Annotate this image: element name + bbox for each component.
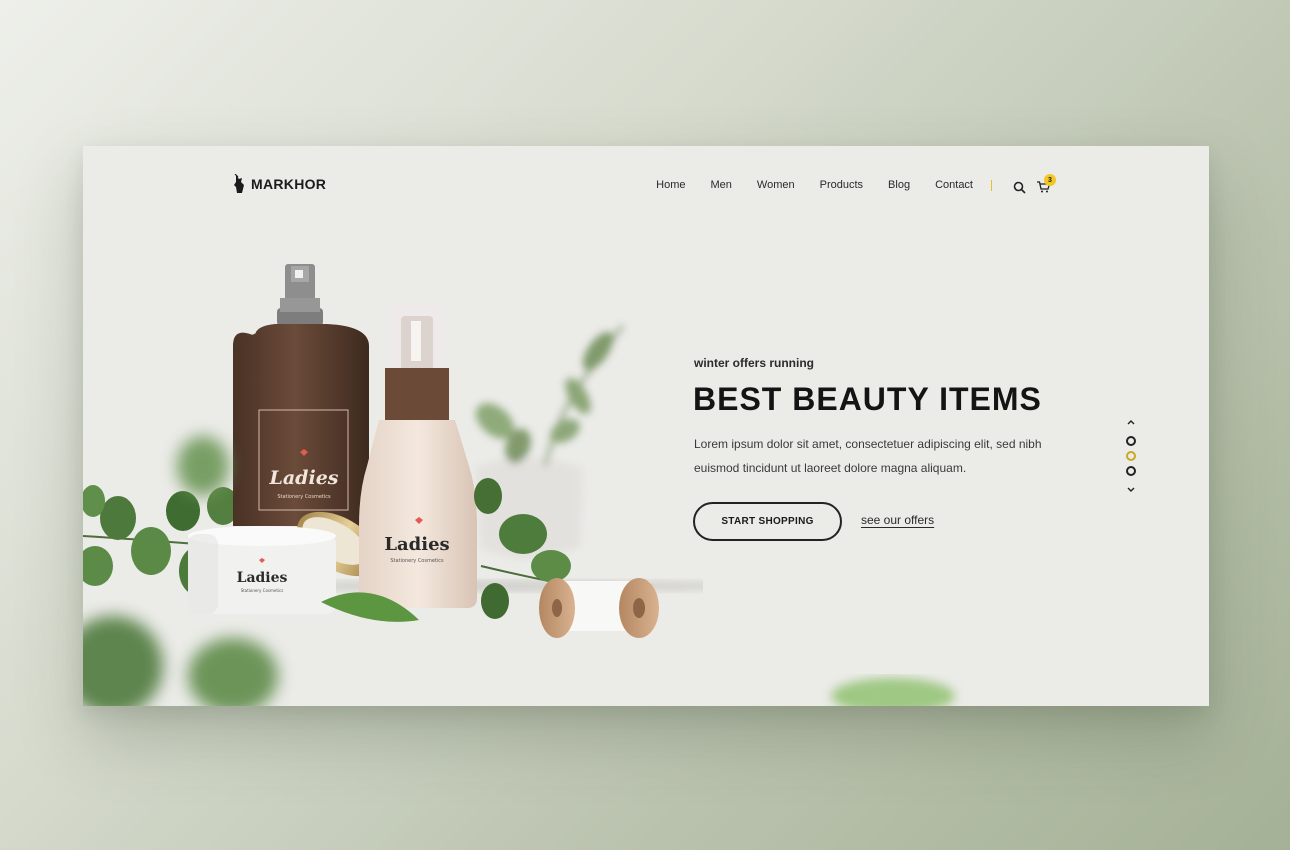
see-offers-link[interactable]: see our offers bbox=[861, 513, 934, 527]
product-illustration: Ladies Stationery Cosmetics Ladies Stati… bbox=[83, 264, 703, 706]
hero-card: Ladies Stationery Cosmetics Ladies Stati… bbox=[83, 146, 1209, 706]
decorative-leaf bbox=[831, 678, 955, 706]
svg-text:Stationery Cosmetics: Stationery Cosmetics bbox=[390, 558, 444, 564]
nav-item-women[interactable]: Women bbox=[757, 179, 795, 191]
brand-name: MARKHOR bbox=[251, 176, 327, 192]
hero-description: Lorem ipsum dolor sit amet, consectetuer… bbox=[694, 437, 1042, 475]
search-icon[interactable] bbox=[1013, 181, 1026, 194]
cart-count-badge: 3 bbox=[1044, 174, 1056, 186]
svg-text:Ladies: Ladies bbox=[269, 467, 339, 489]
slider-dot-2[interactable] bbox=[1126, 451, 1136, 461]
nav-item-contact[interactable]: Contact bbox=[935, 179, 973, 191]
svg-text:Stationery Cosmetics: Stationery Cosmetics bbox=[277, 494, 331, 500]
nav-item-blog[interactable]: Blog bbox=[888, 179, 910, 191]
svg-text:Stationery Cosmetics: Stationery Cosmetics bbox=[241, 588, 284, 593]
nav-item-men[interactable]: Men bbox=[711, 179, 732, 191]
nav-item-home[interactable]: Home bbox=[656, 179, 685, 191]
goat-logo-icon bbox=[234, 174, 244, 193]
start-shopping-button[interactable]: START SHOPPING bbox=[693, 502, 842, 541]
nav-divider bbox=[991, 180, 992, 191]
slider-dot-1[interactable] bbox=[1126, 436, 1136, 446]
hero-title: BEST BEAUTY ITEMS bbox=[693, 381, 1042, 417]
chevron-down-icon[interactable] bbox=[1127, 487, 1135, 493]
svg-text:Ladies: Ladies bbox=[237, 570, 288, 586]
svg-text:Ladies: Ladies bbox=[384, 534, 449, 555]
slider-pagination bbox=[1123, 417, 1139, 497]
logo[interactable]: MARKHOR bbox=[233, 174, 326, 194]
chevron-up-icon[interactable] bbox=[1127, 419, 1135, 425]
main-nav: Home Men Women Products Blog Contact bbox=[656, 179, 973, 191]
nav-item-products[interactable]: Products bbox=[820, 179, 863, 191]
slider-dot-3[interactable] bbox=[1126, 466, 1136, 476]
hero-eyebrow: winter offers running bbox=[694, 356, 814, 370]
